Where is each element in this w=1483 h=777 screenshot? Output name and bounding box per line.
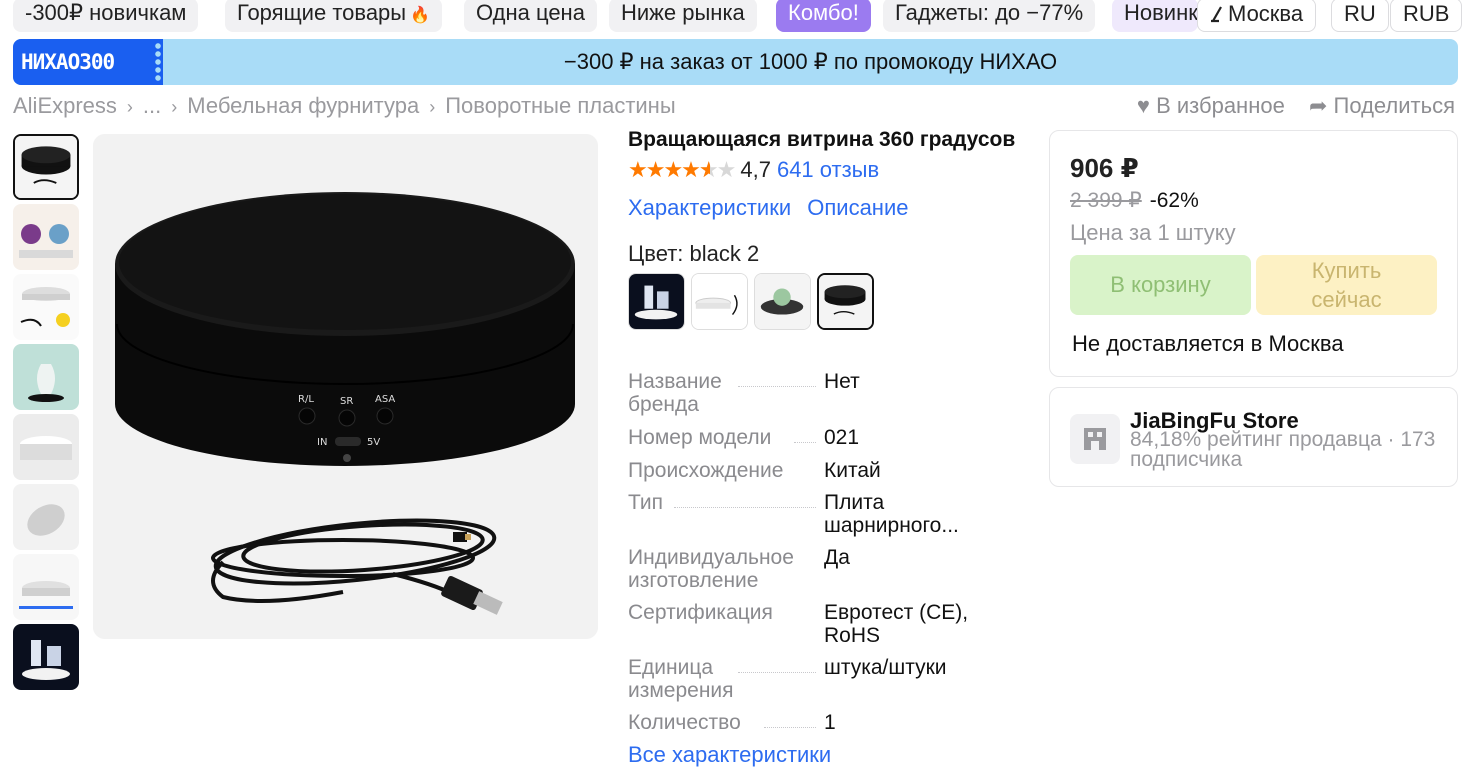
breadcrumb-ellipsis[interactable]: ... bbox=[143, 93, 161, 118]
rating-value: 4,7 bbox=[740, 157, 771, 182]
thumbnail-4[interactable] bbox=[13, 344, 79, 410]
chip-combo[interactable]: Комбо! bbox=[776, 0, 871, 32]
add-to-cart-button[interactable]: В корзину bbox=[1070, 255, 1251, 315]
breadcrumb-furniture[interactable]: Мебельная фурнитура bbox=[187, 93, 419, 118]
fire-icon: 🔥 bbox=[410, 7, 431, 24]
thumbnail-8[interactable] bbox=[13, 624, 79, 690]
chevron-right-icon: › bbox=[429, 97, 436, 117]
thumbnail-7[interactable] bbox=[13, 554, 79, 620]
price: 906 ₽ bbox=[1070, 153, 1139, 183]
currency-button[interactable]: RUB bbox=[1390, 0, 1463, 32]
thumbnail-3[interactable] bbox=[13, 274, 79, 340]
tab-characteristics[interactable]: Характеристики bbox=[628, 195, 791, 220]
per-unit-label: Цена за 1 штуку bbox=[1070, 220, 1236, 245]
chip-one-price[interactable]: Одна цена bbox=[464, 0, 597, 32]
pin-icon bbox=[1211, 6, 1222, 23]
chevron-right-icon: › bbox=[126, 97, 133, 117]
store-meta: 84,18% рейтинг продавца · 173 подписчика bbox=[1130, 428, 1436, 471]
port-label-in: IN bbox=[317, 437, 327, 448]
buy-now-button[interactable]: Купить сейчас bbox=[1256, 255, 1437, 315]
thumbnail-6[interactable] bbox=[13, 484, 79, 550]
product-title: Вращающаяся витрина 360 градусов bbox=[628, 128, 1016, 151]
star-rating-icon: ★★★★★ ★ ★ bbox=[628, 157, 736, 182]
heart-icon: ♥ bbox=[1136, 93, 1150, 118]
btn-label-sr: SR bbox=[340, 396, 353, 407]
ticket-perforation bbox=[154, 42, 162, 82]
old-price-row: 2 399 ₽ -62% bbox=[1070, 188, 1199, 213]
product-main-image[interactable]: R/L SR ASA IN 5V bbox=[93, 134, 598, 639]
info-tabs: Характеристики Описание bbox=[628, 195, 1028, 221]
store-card[interactable]: JiaBingFu Store 84,18% рейтинг продавца … bbox=[1049, 387, 1458, 487]
old-price: 2 399 ₽ bbox=[1070, 189, 1142, 212]
delivery-status: Не доставляется в Москва bbox=[1072, 331, 1344, 356]
promo-code: НИХАО300 bbox=[13, 39, 163, 85]
breadcrumb-home[interactable]: AliExpress bbox=[13, 93, 117, 118]
product-info: Вращающаяся витрина 360 градусов ★★★★★ ★ ★… bbox=[628, 128, 1028, 330]
color-swatch-2[interactable] bbox=[691, 273, 748, 330]
promo-text: −300 ₽ на заказ от 1000 ₽ по промокоду Н… bbox=[563, 49, 1058, 74]
thumbnail-list bbox=[13, 134, 85, 694]
chip-hot-deals[interactable]: Горящие товары 🔥 bbox=[225, 0, 443, 32]
btn-label-rl: R/L bbox=[298, 394, 314, 405]
color-swatch-1[interactable] bbox=[628, 273, 685, 330]
rating-row: ★★★★★ ★ ★ 4,7 641 отзыв bbox=[628, 157, 1028, 183]
color-label: Цвет: black 2 bbox=[628, 241, 760, 266]
chip-gadgets[interactable]: Гаджеты: до −77% bbox=[883, 0, 1096, 32]
category-chips: -300₽ новичкам Горящие товары 🔥 Одна цена… bbox=[0, 0, 1483, 32]
reviews-link[interactable]: 641 отзыв bbox=[777, 157, 879, 183]
color-swatch-4[interactable] bbox=[817, 273, 874, 330]
promo-banner[interactable]: НИХАО300 −300 ₽ на заказ от 1000 ₽ по пр… bbox=[13, 39, 1458, 85]
buy-card: 906 ₽ 2 399 ₽ -62% Цена за 1 штуку В корз… bbox=[1049, 130, 1458, 377]
color-swatch-3[interactable] bbox=[754, 273, 811, 330]
color-swatches bbox=[628, 273, 1028, 330]
store-icon bbox=[1070, 414, 1120, 464]
chip-newbies[interactable]: -300₽ новичкам bbox=[13, 0, 199, 32]
product-actions: ♥ В избранное ➦ Поделиться bbox=[1119, 93, 1455, 119]
thumbnail-1[interactable] bbox=[13, 134, 79, 200]
language-button[interactable]: RU bbox=[1331, 0, 1389, 32]
favorite-button[interactable]: ♥ В избранное bbox=[1137, 93, 1285, 118]
tab-description[interactable]: Описание bbox=[807, 195, 908, 220]
location-button[interactable]: Москва bbox=[1197, 0, 1317, 32]
discount-badge: -62% bbox=[1149, 189, 1199, 212]
share-icon: ➦ bbox=[1308, 93, 1328, 118]
chip-new[interactable]: Новинки bbox=[1112, 0, 1198, 32]
thumbnail-5[interactable] bbox=[13, 414, 79, 480]
all-characteristics-link[interactable]: Все характеристики bbox=[628, 742, 831, 768]
chip-below-market[interactable]: Ниже рынка bbox=[609, 0, 757, 32]
breadcrumb-turntables[interactable]: Поворотные пластины bbox=[445, 93, 675, 118]
port-label-5v: 5V bbox=[367, 437, 380, 448]
chevron-right-icon: › bbox=[171, 97, 178, 117]
thumbnail-2[interactable] bbox=[13, 204, 79, 270]
breadcrumb: AliExpress ›... › Мебельная фурнитура › Повор… bbox=[13, 93, 676, 123]
share-button[interactable]: ➦ Поделиться bbox=[1309, 93, 1455, 118]
btn-label-asa: ASA bbox=[375, 394, 395, 405]
